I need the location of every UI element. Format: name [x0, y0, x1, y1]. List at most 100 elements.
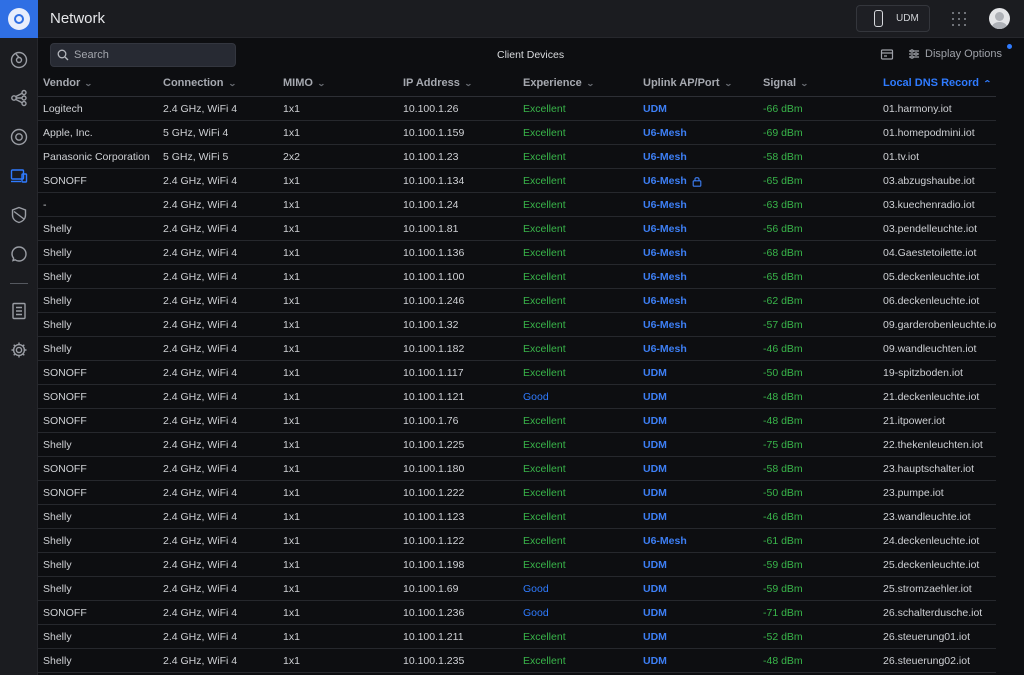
table-row[interactable]: Shelly 2.4 GHz, WiFi 4 1x1 10.100.1.136 Exce… [38, 241, 996, 265]
uplink-cell[interactable]: U6-Mesh [643, 295, 687, 307]
uplink-cell[interactable]: U6-Mesh [643, 223, 687, 235]
export-icon[interactable] [880, 47, 894, 61]
uplink-link[interactable]: UDM [643, 463, 667, 475]
table-row[interactable]: Shelly 2.4 GHz, WiFi 4 1x1 10.100.1.211 Exce… [38, 625, 996, 649]
uplink-link[interactable]: UDM [643, 103, 667, 115]
uplink-link[interactable]: U6-Mesh [643, 151, 687, 163]
display-options-button[interactable]: Display Options [908, 48, 1002, 60]
uplink-link[interactable]: UDM [643, 415, 667, 427]
uplink-link[interactable]: U6-Mesh [643, 271, 687, 283]
table-row[interactable]: Shelly 2.4 GHz, WiFi 4 1x1 10.100.1.246 Exce… [38, 289, 996, 313]
uplink-cell[interactable]: UDM [643, 391, 667, 403]
column-header-local-dns-record[interactable]: Local DNS Record ⌃ [883, 77, 996, 89]
insights-icon[interactable] [8, 243, 30, 265]
table-row[interactable]: Shelly 2.4 GHz, WiFi 4 1x1 10.100.1.235 Exce… [38, 649, 996, 673]
topology-icon[interactable] [8, 87, 30, 109]
uplink-cell[interactable]: UDM [643, 415, 667, 427]
uplink-cell[interactable]: U6-Mesh [643, 247, 687, 259]
uplink-cell[interactable]: UDM [643, 655, 667, 667]
column-header-vendor[interactable]: Vendor ⌄ [43, 77, 155, 89]
table-row[interactable]: Panasonic Corporation 5 GHz, WiFi 5 2x2 10.… [38, 145, 996, 169]
table-row[interactable]: Apple, Inc. 5 GHz, WiFi 4 1x1 10.100.1.159 E… [38, 121, 996, 145]
uplink-cell[interactable]: UDM [643, 511, 667, 523]
uplink-link[interactable]: U6-Mesh [643, 199, 687, 211]
uplink-link[interactable]: U6-Mesh [643, 247, 687, 259]
table-row[interactable]: Shelly 2.4 GHz, WiFi 4 1x1 10.100.1.182 Exce… [38, 337, 996, 361]
uplink-link[interactable]: UDM [643, 607, 667, 619]
vendor-cell: Shelly [43, 223, 72, 235]
table-row[interactable]: Logitech 2.4 GHz, WiFi 4 1x1 10.100.1.26 Exc… [38, 97, 996, 121]
client-devices-icon[interactable] [8, 165, 30, 187]
uplink-cell[interactable]: U6-Mesh [643, 127, 687, 139]
column-header-experience[interactable]: Experience ⌄ [523, 77, 594, 89]
uplink-cell[interactable]: UDM [643, 487, 667, 499]
column-header-mimo[interactable]: MIMO ⌄ [283, 77, 326, 89]
uplink-link[interactable]: UDM [643, 631, 667, 643]
uplink-link[interactable]: UDM [643, 583, 667, 595]
dns-record-cell: 03.abzugshaube.iot [883, 175, 975, 187]
search-input[interactable] [74, 49, 224, 61]
table-row[interactable]: SONOFF 2.4 GHz, WiFi 4 1x1 10.100.1.117 Exce… [38, 361, 996, 385]
uplink-link[interactable]: UDM [643, 439, 667, 451]
uplink-cell[interactable]: UDM [643, 463, 667, 475]
table-row[interactable]: Shelly 2.4 GHz, WiFi 4 1x1 10.100.1.225 Exce… [38, 433, 996, 457]
uplink-cell[interactable]: UDM [643, 607, 667, 619]
app-switcher-icon[interactable] [952, 12, 966, 26]
table-row[interactable]: SONOFF 2.4 GHz, WiFi 4 1x1 10.100.1.180 Exce… [38, 457, 996, 481]
uplink-cell[interactable]: U6-Mesh [643, 175, 702, 187]
experience-cell: Excellent [523, 415, 566, 427]
uplink-cell[interactable]: UDM [643, 103, 667, 115]
uplink-cell[interactable]: U6-Mesh [643, 343, 687, 355]
uplink-cell[interactable]: U6-Mesh [643, 319, 687, 331]
table-row[interactable]: Shelly 2.4 GHz, WiFi 4 1x1 10.100.1.32 Excel… [38, 313, 996, 337]
table-row[interactable]: Shelly 2.4 GHz, WiFi 4 1x1 10.100.1.81 Excel… [38, 217, 996, 241]
uplink-link[interactable]: U6-Mesh [643, 319, 687, 331]
uplink-link[interactable]: U6-Mesh [643, 343, 687, 355]
uplink-link[interactable]: U6-Mesh [643, 535, 687, 547]
table-row[interactable]: Shelly 2.4 GHz, WiFi 4 1x1 10.100.1.122 Exce… [38, 529, 996, 553]
uplink-cell[interactable]: UDM [643, 367, 667, 379]
table-row[interactable]: SONOFF 2.4 GHz, WiFi 4 1x1 10.100.1.76 Excel… [38, 409, 996, 433]
uplink-cell[interactable]: UDM [643, 439, 667, 451]
uplink-cell[interactable]: U6-Mesh [643, 199, 687, 211]
uplink-link[interactable]: UDM [643, 511, 667, 523]
user-avatar[interactable] [989, 8, 1010, 29]
devices-icon[interactable] [8, 126, 30, 148]
table-row[interactable]: SONOFF 2.4 GHz, WiFi 4 1x1 10.100.1.236 Good… [38, 601, 996, 625]
uplink-cell[interactable]: U6-Mesh [643, 151, 687, 163]
column-header-connection[interactable]: Connection ⌄ [163, 77, 236, 89]
device-selector[interactable]: UDM [856, 5, 930, 32]
ip-address-cell: 10.100.1.123 [403, 511, 465, 523]
table-row[interactable]: - 2.4 GHz, WiFi 4 1x1 10.100.1.24 Excellent U… [38, 193, 996, 217]
security-shield-icon[interactable] [8, 204, 30, 226]
unifi-logo-button[interactable] [0, 0, 38, 38]
search-box[interactable] [50, 43, 236, 67]
uplink-link[interactable]: U6-Mesh [643, 127, 687, 139]
uplink-link[interactable]: UDM [643, 559, 667, 571]
table-row[interactable]: Shelly 2.4 GHz, WiFi 4 1x1 10.100.1.198 Exce… [38, 553, 996, 577]
table-row[interactable]: SONOFF 2.4 GHz, WiFi 4 1x1 10.100.1.121 Good… [38, 385, 996, 409]
uplink-cell[interactable]: UDM [643, 631, 667, 643]
uplink-link[interactable]: UDM [643, 655, 667, 667]
table-row[interactable]: Shelly 2.4 GHz, WiFi 4 1x1 10.100.1.69 Good U… [38, 577, 996, 601]
dashboard-icon[interactable] [8, 49, 30, 71]
uplink-link[interactable]: UDM [643, 391, 667, 403]
table-row[interactable]: Shelly 2.4 GHz, WiFi 4 1x1 10.100.1.123 Exce… [38, 505, 996, 529]
column-header-signal[interactable]: Signal ⌄ [763, 77, 809, 89]
table-row[interactable]: Shelly 2.4 GHz, WiFi 4 1x1 10.100.1.100 Exce… [38, 265, 996, 289]
table-row[interactable]: SONOFF 2.4 GHz, WiFi 4 1x1 10.100.1.134 Exce… [38, 169, 996, 193]
column-header-ip-address[interactable]: IP Address ⌄ [403, 77, 473, 89]
uplink-link[interactable]: UDM [643, 367, 667, 379]
uplink-link[interactable]: U6-Mesh [643, 223, 687, 235]
uplink-cell[interactable]: UDM [643, 559, 667, 571]
uplink-cell[interactable]: U6-Mesh [643, 535, 687, 547]
column-header-uplink[interactable]: Uplink AP/Port ⌄ [643, 77, 732, 89]
uplink-cell[interactable]: U6-Mesh [643, 271, 687, 283]
system-log-icon[interactable] [8, 300, 30, 322]
settings-gear-icon[interactable] [8, 339, 30, 361]
uplink-link[interactable]: UDM [643, 487, 667, 499]
uplink-link[interactable]: U6-Mesh [643, 295, 687, 307]
table-row[interactable]: SONOFF 2.4 GHz, WiFi 4 1x1 10.100.1.222 Exce… [38, 481, 996, 505]
uplink-link[interactable]: U6-Mesh [643, 175, 687, 187]
uplink-cell[interactable]: UDM [643, 583, 667, 595]
